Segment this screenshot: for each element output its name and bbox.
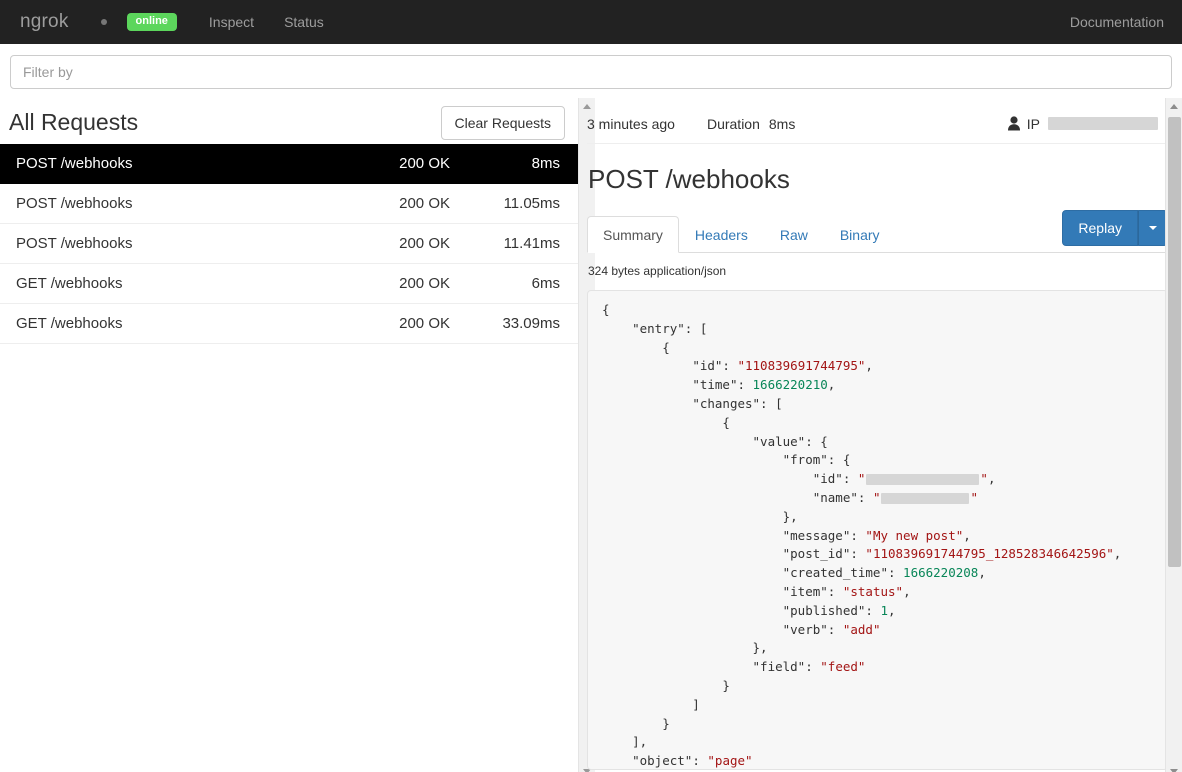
page-title: All Requests	[9, 109, 139, 135]
request-meta-row: 3 minutes ago Duration 8ms IP	[587, 98, 1182, 144]
nav-link-status[interactable]: Status	[284, 14, 324, 30]
ip-value-redacted	[1048, 117, 1158, 130]
online-status-badge: online	[126, 13, 177, 31]
ip-group: IP	[1007, 116, 1158, 132]
request-list-item[interactable]: POST /webhooks 200 OK 11.41ms	[0, 224, 578, 264]
chevron-down-icon	[1149, 226, 1157, 230]
request-item-name: POST /webhooks	[16, 235, 133, 252]
nav-link-documentation[interactable]: Documentation	[1070, 14, 1164, 30]
request-item-duration: 11.41ms	[503, 235, 560, 252]
status-dot-icon	[100, 19, 107, 25]
request-list: POST /webhooks 200 OK 8ms POST /webhooks 200…	[0, 144, 578, 344]
request-item-duration: 33.09ms	[502, 315, 560, 332]
request-item-name: GET /webhooks	[16, 315, 123, 332]
ip-label: IP	[1026, 115, 1040, 132]
requests-panel-header: All Requests Clear Requests	[0, 98, 578, 144]
request-item-status: 200 OK	[399, 155, 450, 172]
request-item-duration: 8ms	[531, 155, 560, 172]
tab-binary[interactable]: Binary	[824, 216, 896, 253]
request-list-item[interactable]: GET /webhooks 200 OK 33.09ms	[0, 304, 578, 344]
duration-value: 8ms	[768, 115, 796, 132]
request-detail-panel: 3 minutes ago Duration 8ms IP POST /webh…	[579, 98, 1182, 772]
replay-button-group: Replay	[1062, 210, 1168, 246]
request-item-name: GET /webhooks	[16, 275, 123, 292]
request-list-item[interactable]: POST /webhooks 200 OK 11.05ms	[0, 184, 578, 224]
scroll-up-arrow-icon[interactable]	[1170, 104, 1178, 109]
request-item-status: 200 OK	[399, 275, 450, 292]
tab-summary[interactable]: Summary	[587, 216, 679, 253]
request-timestamp: 3 minutes ago	[587, 115, 675, 132]
request-item-status: 200 OK	[399, 235, 450, 252]
duration-label: Duration	[706, 115, 760, 132]
request-list-item[interactable]: GET /webhooks 200 OK 6ms	[0, 264, 578, 304]
nav-link-inspect[interactable]: Inspect	[209, 14, 254, 30]
scroll-thumb[interactable]	[1168, 117, 1181, 567]
request-title: POST /webhooks	[588, 164, 790, 194]
request-item-duration: 11.05ms	[503, 195, 560, 212]
body-meta: 324 bytes application/json	[588, 264, 727, 278]
top-navbar: ngrok online Inspect Status Documentatio…	[0, 0, 1182, 44]
request-item-duration: 6ms	[531, 275, 560, 292]
request-item-status: 200 OK	[399, 195, 450, 212]
request-list-item[interactable]: POST /webhooks 200 OK 8ms	[0, 144, 578, 184]
request-item-status: 200 OK	[399, 315, 450, 332]
requests-panel: All Requests Clear Requests POST /webhoo…	[0, 98, 595, 772]
filter-input[interactable]	[10, 55, 1172, 89]
user-icon	[1007, 116, 1020, 131]
tab-raw[interactable]: Raw	[764, 216, 824, 253]
ngrok-brand-link[interactable]: ngrok	[20, 11, 69, 33]
request-item-name: POST /webhooks	[16, 155, 133, 172]
clear-requests-button[interactable]: Clear Requests	[440, 105, 565, 140]
request-item-name: POST /webhooks	[16, 195, 133, 212]
replay-button[interactable]: Replay	[1062, 210, 1138, 246]
replay-dropdown-toggle[interactable]	[1138, 210, 1168, 246]
json-body-viewer: { "entry": [ { "id": "110839691744795", …	[587, 290, 1168, 770]
filter-bar	[0, 44, 1182, 98]
detail-scrollbar[interactable]	[1165, 98, 1182, 772]
detail-tabs: Summary Headers Raw Binary Replay	[587, 210, 1182, 253]
tab-headers[interactable]: Headers	[679, 216, 764, 253]
navbar-right-group: Documentation	[1070, 0, 1164, 44]
main-body: All Requests Clear Requests POST /webhoo…	[0, 98, 1182, 772]
